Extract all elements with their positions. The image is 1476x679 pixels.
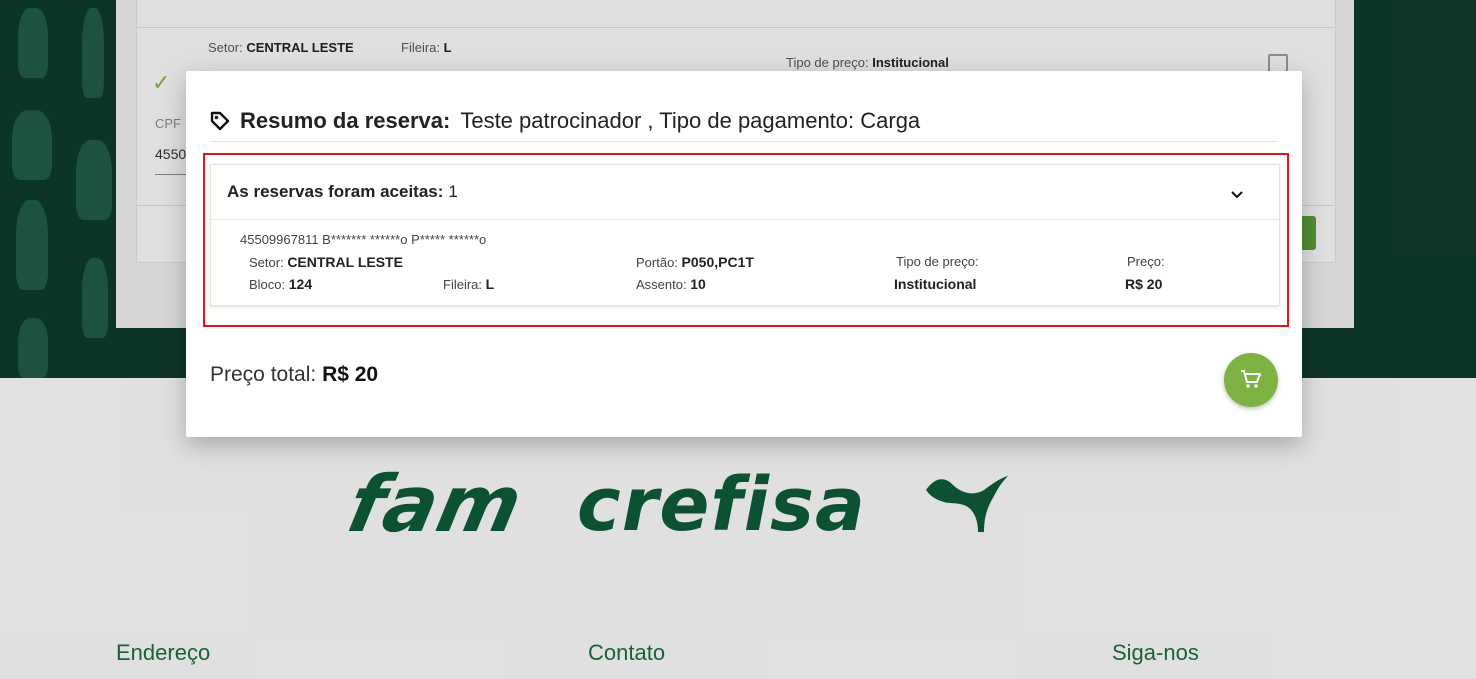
tag-icon — [210, 111, 230, 131]
reservation-summary-modal: Resumo da reserva: Teste patrocinador , … — [186, 71, 1302, 437]
reservation-sector: Setor: CENTRAL LESTE — [249, 254, 403, 270]
reservation-holder: 45509967811 B******* ******o P***** ****… — [240, 232, 487, 247]
reservation-price-type-value: Institucional — [894, 276, 977, 292]
total-price: Preço total: R$ 20 — [210, 363, 379, 386]
checkout-cart-button[interactable] — [1224, 353, 1278, 407]
accepted-reservations-count: 1 — [448, 182, 458, 201]
modal-title-label: Resumo da reserva: — [240, 108, 451, 133]
reservation-entry: 45509967811 B******* ******o P***** ****… — [211, 220, 1279, 305]
reservation-price-value: R$ 20 — [1125, 276, 1163, 292]
accepted-reservations-panel: As reservas foram aceitas: 1 45509967811… — [210, 164, 1280, 306]
cart-icon — [1240, 369, 1262, 392]
modal-title: Resumo da reserva: Teste patrocinador , … — [210, 103, 1278, 142]
reservation-block: Bloco: 124 — [249, 276, 313, 292]
accepted-reservations-label: As reservas foram aceitas: — [227, 182, 444, 201]
modal-title-detail: Teste patrocinador , Tipo de pagamento: … — [460, 108, 921, 133]
chevron-down-icon[interactable] — [1231, 185, 1243, 199]
reservation-price-type-label: Tipo de preço: — [896, 254, 979, 269]
reservation-price-label: Preço: — [1127, 254, 1165, 269]
reservation-seat: Assento: 10 — [636, 276, 706, 292]
reservation-row: Fileira: L — [443, 276, 495, 292]
reservation-gate: Portão: P050,PC1T — [636, 254, 754, 270]
accepted-reservations-header[interactable]: As reservas foram aceitas: 1 — [211, 165, 1279, 220]
